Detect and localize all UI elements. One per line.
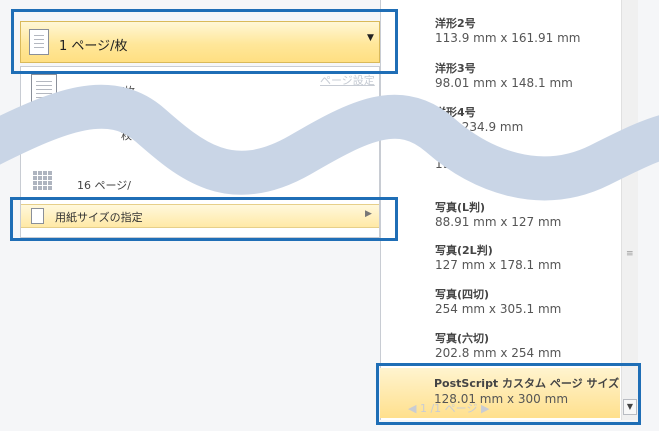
option-2-pages[interactable]: 枚 (23, 117, 377, 151)
paper-size-name: 写真(四切) (435, 288, 490, 301)
paper-size-name: 写真(六切) (435, 332, 490, 345)
callout-pages-dropdown (11, 9, 398, 74)
page-setup-link[interactable]: ページ設定 (320, 72, 375, 88)
scrollbar-grip-icon[interactable]: ≡ (626, 250, 634, 259)
paper-size-dims: 98.01 mm x 148.1 mm (435, 76, 573, 90)
paper-size-item[interactable]: 洋形4号 105 234.9 mm (435, 104, 523, 134)
paper-size-dims: 113.9 mm x 161.91 mm (435, 31, 581, 45)
paper-size-dims: 88.91 mm x 127 mm (435, 215, 562, 229)
paper-size-name: 洋形2号 (435, 17, 476, 30)
paper-size-dims: 127 mm x 178.1 mm (435, 258, 562, 272)
callout-postscript-size (376, 363, 641, 425)
paper-size-name: 写真(L判) (435, 201, 486, 214)
paper-size-name: 洋形3号 (435, 62, 476, 75)
paper-size-name: 洋形4号 (435, 106, 476, 119)
paper-size-item[interactable]: 196.81 m (435, 157, 493, 171)
paper-size-dims: 196.81 m (435, 157, 493, 171)
paper-size-scrollbar[interactable]: ≡ ▼ (621, 0, 638, 420)
paper-size-item[interactable]: 洋形2号 113.9 mm x 161.91 mm (435, 15, 580, 45)
page-icon (31, 74, 57, 104)
paper-size-dims: 202.8 mm x 254 mm (435, 346, 562, 360)
paper-size-list: 洋形2号 113.9 mm x 161.91 mm 洋形3号 98.01 mm … (380, 0, 638, 420)
paper-size-item[interactable]: 洋形3号 98.01 mm x 148.1 mm (435, 60, 573, 90)
paper-size-item[interactable]: 写真(六切) 202.8 mm x 254 mm (435, 330, 561, 360)
grid-16-icon (33, 171, 52, 190)
paper-size-item[interactable]: 写真(四切) 254 mm x 305.1 mm (435, 286, 561, 316)
paper-size-name: 写真(2L判) (435, 244, 493, 257)
callout-custom-size (10, 197, 398, 241)
option-label: 16 ページ/ (77, 179, 131, 192)
option-label: 1 ページ/枚 (77, 85, 135, 98)
option-16-pages[interactable]: 16 ページ/ (23, 167, 377, 201)
paper-size-dims: 254 mm x 305.1 mm (435, 302, 562, 316)
option-label: 枚 (121, 129, 132, 142)
paper-size-item[interactable]: 写真(L判) 88.91 mm x 127 mm (435, 199, 561, 229)
paper-size-dims: 105 234.9 mm (435, 120, 524, 134)
paper-size-item[interactable]: 写真(2L判) 127 mm x 178.1 mm (435, 242, 561, 272)
